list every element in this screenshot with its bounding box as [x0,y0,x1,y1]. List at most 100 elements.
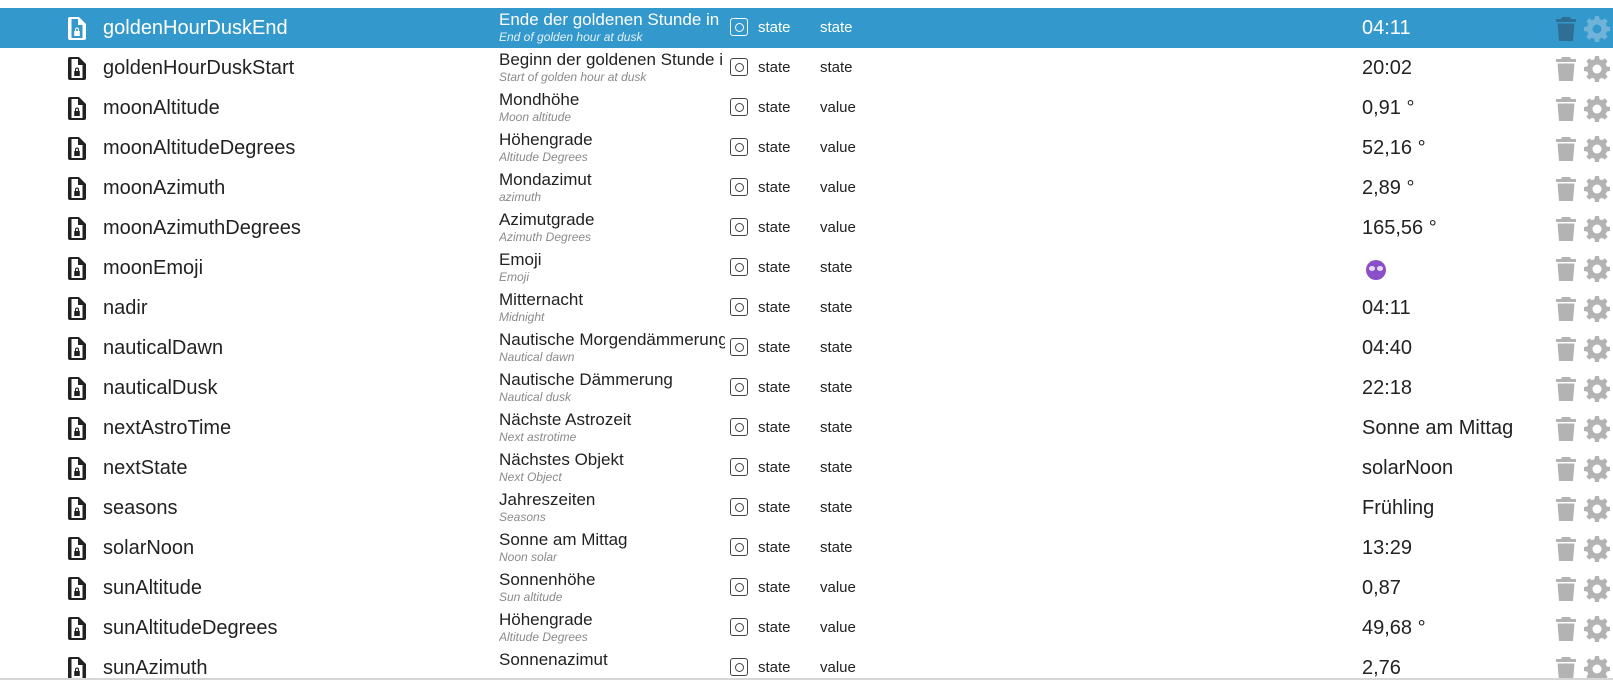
object-description: Azimuth Degrees [499,230,592,244]
table-row[interactable]: nauticalDusk Nautische Dämmerung Nautical … [0,368,1613,408]
gear-icon[interactable] [1584,216,1610,242]
table-row[interactable]: seasons Jahreszeiten Seasons state state Früh… [0,488,1613,528]
trash-icon[interactable] [1556,17,1576,41]
object-value[interactable]: 2,76 [1362,657,1401,678]
trash-icon[interactable] [1556,457,1576,481]
object-name: Nächstes Objekt [499,450,624,469]
object-name-cell: Nächste Astrozeit Next astrotime [499,410,725,444]
trash-icon[interactable] [1556,97,1576,121]
table-row[interactable]: solarNoon Sonne am Mittag Noon solar state s… [0,528,1613,568]
object-value[interactable]: 20:02 [1362,57,1412,80]
object-name: Mondhöhe [499,90,580,109]
object-value[interactable]: 49,68 ° [1362,617,1426,640]
table-row[interactable]: nextAstroTime Nächste Astrozeit Next astro… [0,408,1613,448]
object-value[interactable]: 0,91 ° [1362,97,1414,120]
gear-icon[interactable] [1584,96,1610,122]
object-id: moonAltitudeDegrees [103,137,296,159]
object-value[interactable]: 0,87 [1362,577,1401,600]
object-type: state [758,259,791,276]
object-value[interactable]: 52,16 ° [1362,137,1426,160]
trash-icon[interactable] [1556,57,1576,81]
table-row[interactable]: goldenHourDuskEnd Ende der goldenen Stund… [0,8,1613,48]
object-value[interactable]: 165,56 ° [1362,217,1437,240]
file-lock-icon [68,97,86,120]
object-value[interactable]: Sonne am Mittag [1362,417,1513,440]
trash-icon[interactable] [1556,617,1576,641]
object-type: state [758,419,791,436]
object-value[interactable]: 04:11 [1362,17,1411,40]
object-type: state [758,539,791,556]
file-lock-icon [68,537,86,560]
table-row[interactable]: nextState Nächstes Objekt Next Object state… [0,448,1613,488]
gear-icon[interactable] [1584,496,1610,522]
file-lock-icon [68,657,86,678]
gear-icon[interactable] [1584,576,1610,602]
object-value[interactable]: Frühling [1362,497,1434,520]
trash-icon[interactable] [1556,537,1576,561]
trash-icon[interactable] [1556,657,1576,678]
object-name: Nautische Dämmerung [499,370,673,389]
table-row[interactable]: sunAltitudeDegrees Höhengrade Altitude Deg… [0,608,1613,648]
trash-icon[interactable] [1556,137,1576,161]
object-id: moonAzimuthDegrees [103,217,301,239]
table-row[interactable]: nadir Mitternacht Midnight state state 04:11 [0,288,1613,328]
object-role: state [820,19,853,36]
gear-icon[interactable] [1584,376,1610,402]
gear-icon[interactable] [1584,136,1610,162]
object-value[interactable]: 2,89 ° [1362,177,1414,200]
trash-icon[interactable] [1556,297,1576,321]
table-row[interactable]: moonAltitudeDegrees Höhengrade Altitude De… [0,128,1613,168]
trash-icon[interactable] [1556,217,1576,241]
table-row[interactable]: moonAltitude Mondhöhe Moon altitude state va… [0,88,1613,128]
trash-icon[interactable] [1556,257,1576,281]
object-name: Sonnenazimut [499,650,608,669]
file-lock-icon [68,217,86,240]
object-role: state [820,379,853,396]
gear-icon[interactable] [1584,56,1610,82]
object-id: nauticalDawn [103,337,224,359]
object-id: moonAzimuth [103,177,226,199]
state-type-icon [730,98,748,116]
file-lock-icon [68,57,86,80]
gear-icon[interactable] [1584,296,1610,322]
trash-icon[interactable] [1556,337,1576,361]
object-role: value [820,139,856,156]
object-type: state [758,379,791,396]
state-type-icon [730,138,748,156]
object-role: value [820,99,856,116]
object-name-cell: Mitternacht Midnight [499,290,725,324]
trash-icon[interactable] [1556,577,1576,601]
table-row[interactable]: moonAzimuth Mondazimut azimuth state value 2,… [0,168,1613,208]
table-row[interactable]: moonAzimuthDegrees Azimutgrade Azimuth Deg… [0,208,1613,248]
gear-icon[interactable] [1584,616,1610,642]
table-row[interactable]: nauticalDawn Nautische Morgendämmerung Nau… [0,328,1613,368]
object-value[interactable]: 13:29 [1362,537,1412,560]
trash-icon[interactable] [1556,497,1576,521]
state-type-icon [730,18,748,36]
object-role: state [820,339,853,356]
trash-icon[interactable] [1556,417,1576,441]
trash-icon[interactable] [1556,177,1576,201]
gear-icon[interactable] [1584,656,1610,678]
object-type: state [758,339,791,356]
table-row[interactable]: sunAzimuth Sonnenazimut state value 2,76 [0,648,1613,678]
object-value[interactable]: 04:11 [1362,297,1411,320]
table-row[interactable]: goldenHourDuskStart Beginn der goldenen S… [0,48,1613,88]
gear-icon[interactable] [1584,336,1610,362]
object-description: Altitude Degrees [499,150,588,164]
object-value[interactable]: 04:40 [1362,337,1412,360]
state-type-icon [730,258,748,276]
trash-icon[interactable] [1556,377,1576,401]
gear-icon[interactable] [1584,416,1610,442]
gear-icon[interactable] [1584,16,1610,42]
gear-icon[interactable] [1584,456,1610,482]
object-value[interactable]: solarNoon [1362,457,1453,480]
object-value[interactable]: 22:18 [1362,377,1412,400]
state-type-icon [730,298,748,316]
gear-icon[interactable] [1584,536,1610,562]
table-row[interactable]: moonEmoji Emoji Emoji state state [0,248,1613,288]
gear-icon[interactable] [1584,256,1610,282]
gear-icon[interactable] [1584,176,1610,202]
object-id: goldenHourDuskEnd [103,17,288,39]
table-row[interactable]: sunAltitude Sonnenhöhe Sun altitude state va… [0,568,1613,608]
